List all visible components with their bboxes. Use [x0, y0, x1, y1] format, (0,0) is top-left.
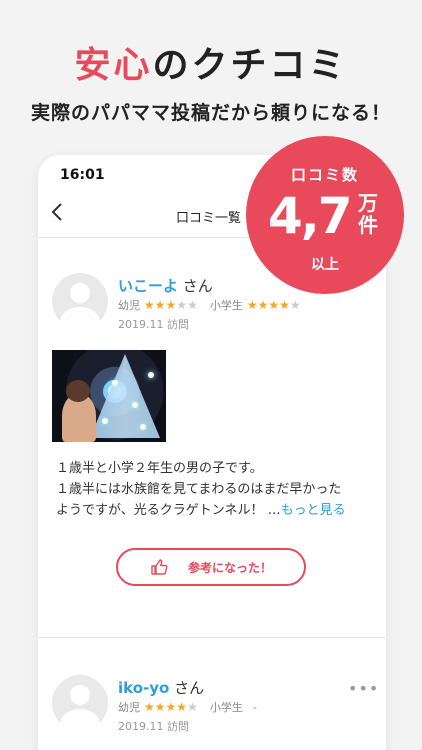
- review-text-line: １歳半には水族館を見てまわるのはまだ早かった: [56, 482, 342, 497]
- review-text: １歳半と小学２年生の男の子です。 １歳半には水族館を見てまわるのはまだ早かった …: [56, 458, 376, 521]
- age-label: 幼児: [118, 701, 140, 714]
- star-filled-icon: ★: [165, 298, 177, 312]
- honorific: さん: [182, 277, 213, 295]
- section-divider: [38, 637, 386, 638]
- review-text-line-3: ようですが、光るクラゲトンネル！ …: [56, 503, 281, 518]
- ratings-row: 幼児 ★ ★ ★ ★ ★ 小学生 -: [118, 699, 257, 715]
- star-empty-icon: ★: [187, 298, 198, 312]
- more-dots-icon[interactable]: •••: [348, 679, 379, 698]
- avatar[interactable]: [52, 675, 108, 731]
- star-filled-icon: ★: [154, 298, 166, 312]
- ratings-row: 幼児 ★ ★ ★ ★ ★ 小学生 ★ ★ ★ ★ ★: [118, 297, 313, 313]
- photo-light: [132, 402, 138, 408]
- age-label: 小学生: [209, 701, 243, 714]
- headline-accent: 安心: [74, 45, 153, 86]
- star-filled-icon: ★: [246, 298, 258, 312]
- photo-jellyfish-tree: [90, 354, 160, 438]
- photo-child: [62, 380, 96, 442]
- back-chevron-icon[interactable]: [48, 201, 68, 223]
- reviewer-name-text[interactable]: iko-yo: [118, 679, 169, 697]
- photo-light: [148, 372, 154, 378]
- star-filled-icon: ★: [154, 700, 166, 714]
- reviewer-name[interactable]: iko-yo さん: [118, 677, 204, 698]
- helpful-label: 参考になった！: [187, 560, 272, 575]
- age-label: 小学生: [209, 299, 243, 312]
- badge-unit: 万件: [358, 191, 378, 237]
- reviewer-name-text[interactable]: いこーよ: [118, 277, 178, 295]
- photo-light: [102, 418, 108, 424]
- star-empty-icon: ★: [289, 298, 301, 312]
- headline-rest: のクチコミ: [152, 45, 348, 86]
- visit-date: 2019.11 訪問: [118, 318, 189, 331]
- read-more-link[interactable]: もっと見る: [281, 503, 346, 518]
- rating-none: -: [252, 700, 257, 714]
- review-text-line: １歳半と小学２年生の男の子です。: [56, 461, 263, 476]
- star-filled-icon: ★: [257, 298, 269, 312]
- avatar[interactable]: [52, 273, 108, 329]
- star-rating: ★ ★ ★ ★ ★: [144, 299, 198, 311]
- reviewer-name[interactable]: いこーよ さん: [118, 275, 213, 296]
- photo-light: [140, 424, 146, 430]
- star-rating: ★ ★ ★ ★ ★: [247, 299, 301, 311]
- star-filled-icon: ★: [144, 700, 155, 714]
- star-empty-icon: ★: [176, 298, 188, 312]
- subheadline: 実際のパパママ投稿だから頼りになる！: [30, 102, 391, 124]
- star-filled-icon: ★: [144, 298, 155, 312]
- nav-title: 口コミ一覧: [176, 211, 242, 226]
- star-filled-icon: ★: [165, 700, 177, 714]
- visit-date: 2019.11 訪問: [118, 720, 189, 733]
- star-rating: ★ ★ ★ ★ ★: [144, 701, 198, 713]
- honorific: さん: [174, 679, 205, 697]
- star-filled-icon: ★: [279, 298, 290, 312]
- star-filled-icon: ★: [176, 700, 188, 714]
- headline: 安心のクチコミ: [0, 36, 422, 88]
- photo-light: [112, 380, 118, 386]
- badge-top: 口コミ数: [290, 166, 359, 184]
- age-label: 幼児: [118, 299, 140, 312]
- thumbs-up-icon: [151, 559, 168, 575]
- star-filled-icon: ★: [268, 298, 280, 312]
- review-photo[interactable]: [52, 350, 166, 442]
- helpful-button[interactable]: 参考になった！: [116, 548, 306, 586]
- review-count-badge: 口コミ数 4,7 万件 以上: [246, 136, 404, 294]
- review-text-line: ようですが、光るクラゲトンネル！ …もっと見る: [56, 500, 376, 521]
- status-time: 16:01: [60, 167, 105, 183]
- badge-bottom: 以上: [311, 257, 339, 273]
- badge-number: 4,7: [268, 187, 353, 245]
- star-empty-icon: ★: [187, 700, 198, 714]
